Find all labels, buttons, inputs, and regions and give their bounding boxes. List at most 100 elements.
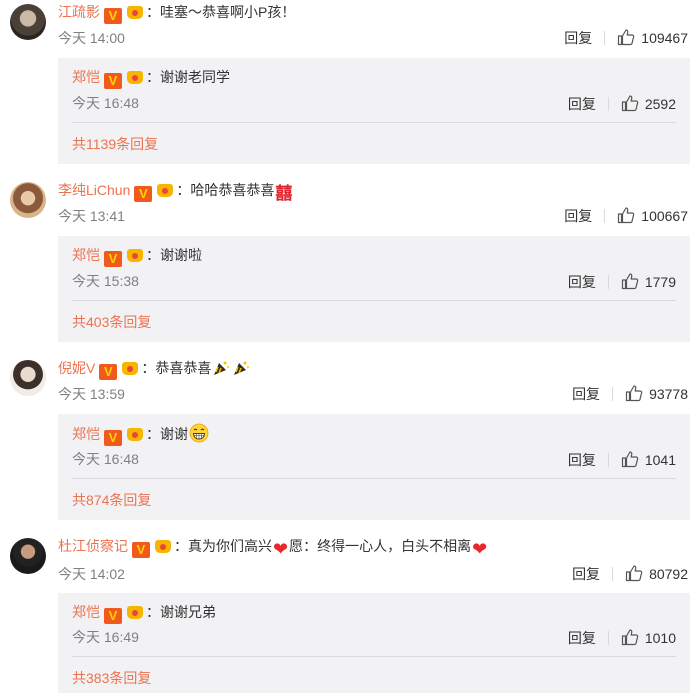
reply-box: 郑恺 V ：谢谢老同学 今天 16:48 回复 2592 共1139条回复 bbox=[58, 58, 690, 164]
like-button[interactable]: 80792 bbox=[625, 566, 688, 582]
comment-item: 李纯LiChun V ：哈哈恭喜恭喜囍 今天 13:41 回复 100667 郑恺 V：… bbox=[0, 178, 700, 353]
reply-line: 郑恺 V ：谢谢 bbox=[72, 423, 210, 446]
like-icon bbox=[625, 384, 643, 402]
like-button[interactable]: 2592 bbox=[621, 96, 676, 112]
heart-icon: ❤ bbox=[472, 539, 488, 559]
avatar[interactable] bbox=[10, 538, 46, 574]
comment-actions: 回复 93778 bbox=[572, 384, 688, 404]
username-link[interactable]: 郑恺 bbox=[72, 604, 100, 620]
reply-line: 郑恺 V ：谢谢老同学 bbox=[72, 69, 230, 89]
comment-text: 恭喜恭喜 bbox=[155, 360, 212, 376]
like-icon bbox=[621, 628, 639, 646]
divider bbox=[72, 122, 676, 123]
comment-text: 真为你们高兴 bbox=[188, 538, 272, 554]
like-icon bbox=[621, 450, 639, 468]
reply-actions: 回复 2592 bbox=[568, 94, 676, 114]
member-crown-icon bbox=[125, 604, 145, 620]
comment-item: 倪妮V V ：恭喜恭喜 今天 13:59 回复 93778 郑恺 V ：谢谢 今天 16:… bbox=[0, 356, 700, 531]
divider bbox=[72, 300, 676, 301]
comment-time: 今天 13:59 bbox=[58, 386, 125, 402]
like-count: 109467 bbox=[641, 30, 688, 46]
username-link[interactable]: 倪妮V bbox=[58, 360, 95, 376]
reply-button[interactable]: 回复 bbox=[572, 386, 600, 402]
like-icon bbox=[617, 206, 635, 224]
reply-time: 今天 16:48 bbox=[72, 95, 139, 111]
like-count: 2592 bbox=[644, 96, 676, 112]
member-crown-icon bbox=[153, 538, 173, 554]
like-button[interactable]: 100667 bbox=[617, 208, 688, 224]
reply-text: 谢谢老同学 bbox=[160, 69, 230, 85]
comment-item: 江疏影 V ：哇塞～恭喜啊小P孩！ 今天 14:00 回复 109467 郑恺 V ：谢谢… bbox=[0, 0, 700, 175]
reply-time: 今天 15:38 bbox=[72, 273, 139, 289]
verified-badge-icon: V bbox=[104, 430, 122, 446]
like-icon bbox=[621, 94, 639, 112]
like-button[interactable]: 93778 bbox=[625, 386, 688, 402]
more-replies-link[interactable]: 共1139条回复 bbox=[72, 134, 158, 154]
like-count: 100667 bbox=[641, 208, 688, 224]
reply-button[interactable]: 回复 bbox=[564, 30, 592, 46]
comment-time: 今天 14:02 bbox=[58, 566, 125, 582]
divider bbox=[72, 656, 676, 657]
more-replies-link[interactable]: 共874条回复 bbox=[72, 490, 151, 510]
avatar[interactable] bbox=[10, 182, 46, 218]
like-button[interactable]: 1779 bbox=[621, 274, 676, 290]
comment-actions: 回复 100667 bbox=[564, 206, 688, 226]
reply-button[interactable]: 回复 bbox=[572, 566, 600, 582]
username-link[interactable]: 郑恺 bbox=[72, 69, 100, 85]
verified-badge-icon: V bbox=[134, 186, 153, 202]
comment-actions: 回复 80792 bbox=[572, 564, 688, 584]
avatar[interactable] bbox=[10, 4, 46, 40]
comment-time: 今天 14:00 bbox=[58, 30, 125, 46]
username-link[interactable]: 江疏影 bbox=[58, 4, 100, 20]
reply-line: 郑恺 V ：谢谢啦 bbox=[72, 247, 202, 267]
like-count: 1041 bbox=[644, 452, 676, 468]
comment-line: 李纯LiChun V ：哈哈恭喜恭喜囍 bbox=[58, 182, 293, 203]
more-replies-link[interactable]: 共403条回复 bbox=[72, 312, 151, 332]
member-crown-icon bbox=[120, 360, 140, 376]
comment-text: 哈哈恭喜恭喜 bbox=[190, 182, 275, 198]
like-button[interactable]: 1010 bbox=[621, 630, 676, 646]
like-button[interactable]: 109467 bbox=[617, 30, 688, 46]
reply-button[interactable]: 回复 bbox=[568, 452, 596, 468]
verified-badge-icon: V bbox=[104, 8, 122, 24]
member-crown-icon bbox=[125, 247, 145, 263]
like-count: 1779 bbox=[644, 274, 676, 290]
reply-button[interactable]: 回复 bbox=[568, 630, 596, 646]
heart-icon: ❤ bbox=[273, 539, 289, 559]
reply-box: 郑恺 V ：谢谢兄弟 今天 16:49 回复 1010 共383条回复 bbox=[58, 593, 690, 693]
member-crown-icon bbox=[125, 4, 145, 20]
like-count: 1010 bbox=[644, 630, 676, 646]
like-count: 93778 bbox=[649, 386, 688, 402]
reply-text: 谢谢兄弟 bbox=[160, 604, 216, 620]
reply-button[interactable]: 回复 bbox=[568, 274, 596, 290]
username-link[interactable]: 杜江侦察记 bbox=[58, 538, 128, 554]
username-link[interactable]: 郑恺 bbox=[72, 426, 100, 442]
username-link[interactable]: 李纯LiChun bbox=[58, 182, 130, 198]
avatar[interactable] bbox=[10, 360, 46, 396]
reply-text: 谢谢 bbox=[160, 426, 188, 442]
reply-actions: 回复 1041 bbox=[568, 450, 676, 470]
reply-time: 今天 16:49 bbox=[72, 629, 139, 645]
comment-line: 杜江侦察记 V ：真为你们高兴❤愿：终得一心人，白头不相离❤ bbox=[58, 538, 488, 559]
more-replies-link[interactable]: 共383条回复 bbox=[72, 668, 151, 688]
verified-badge-icon: V bbox=[104, 73, 122, 89]
like-button[interactable]: 1041 bbox=[621, 452, 676, 468]
party-popper-icon bbox=[234, 361, 250, 375]
comment-text: 哇塞～恭喜啊小P孩！ bbox=[160, 4, 296, 20]
reply-actions: 回复 1010 bbox=[568, 628, 676, 648]
reply-button[interactable]: 回复 bbox=[568, 96, 596, 112]
like-icon bbox=[621, 272, 639, 290]
comment-actions: 回复 109467 bbox=[564, 28, 688, 48]
reply-actions: 回复 1779 bbox=[568, 272, 676, 292]
divider bbox=[72, 478, 676, 479]
reply-button[interactable]: 回复 bbox=[564, 208, 592, 224]
comment-line: 江疏影 V ：哇塞～恭喜啊小P孩！ bbox=[58, 4, 296, 24]
double-happiness-icon: 囍 bbox=[275, 184, 293, 203]
member-crown-icon bbox=[125, 69, 145, 85]
verified-badge-icon: V bbox=[99, 364, 118, 380]
divider bbox=[604, 31, 606, 45]
verified-badge-icon: V bbox=[104, 608, 122, 624]
comment-item: 杜江侦察记 V ：真为你们高兴❤愿：终得一心人，白头不相离❤ 今天 14:02 回复… bbox=[0, 534, 700, 693]
username-link[interactable]: 郑恺 bbox=[72, 247, 100, 263]
verified-badge-icon: V bbox=[132, 542, 150, 558]
